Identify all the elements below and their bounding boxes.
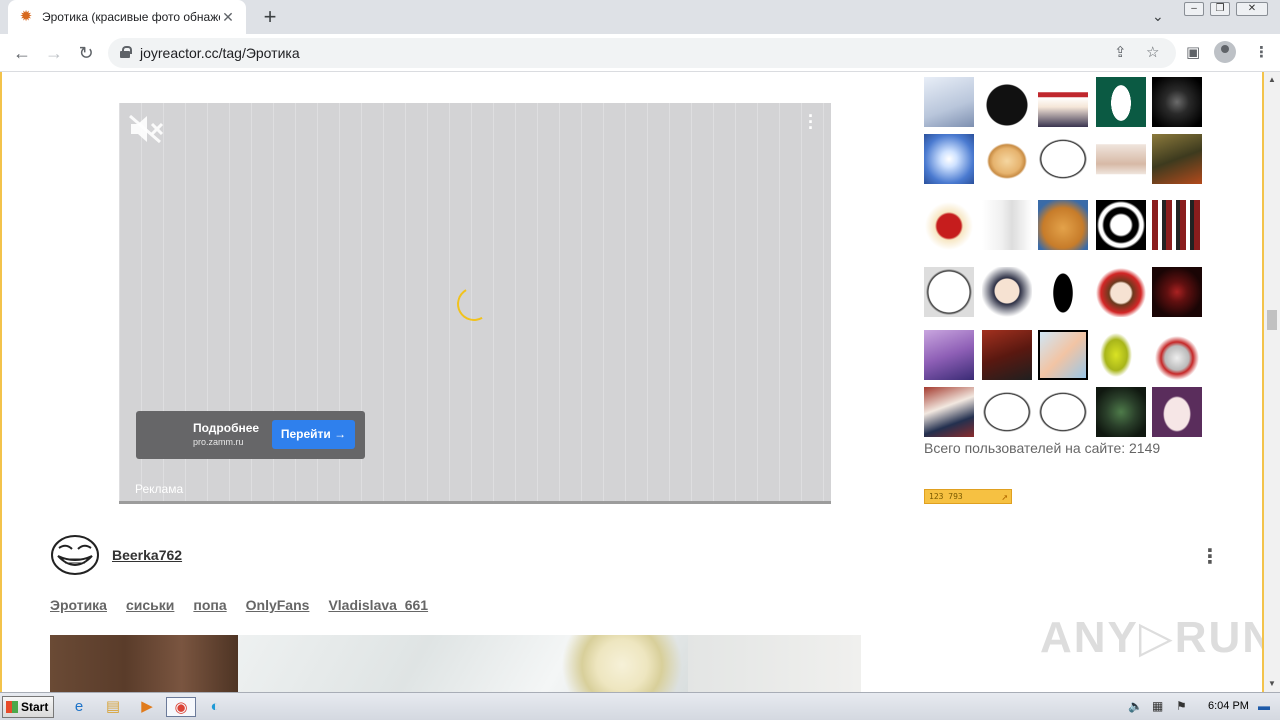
start-label: Start	[21, 700, 49, 714]
post-tags: Эротика сиськи попа OnlyFans Vladislava_…	[50, 597, 428, 613]
counter-value: 123 793	[929, 492, 963, 501]
arrow-right-icon: →	[334, 427, 347, 441]
media-player-icon[interactable]: ▶	[136, 697, 158, 717]
tab-strip: ✹ Эротика (красивые фото обнажен ✕ + ⌄ –…	[0, 0, 1280, 34]
user-avatar[interactable]	[924, 77, 974, 127]
new-tab-button[interactable]: +	[258, 5, 282, 29]
taskbar-clock[interactable]: 6:04 PM	[1208, 700, 1249, 712]
edge-icon[interactable]: ◐	[204, 697, 226, 717]
user-avatar[interactable]	[1152, 200, 1202, 250]
browser-tab[interactable]: ✹ Эротика (красивые фото обнажен ✕	[8, 0, 246, 34]
tag-link[interactable]: попа	[193, 597, 226, 613]
user-avatar[interactable]	[982, 134, 1032, 184]
post-author-link[interactable]: Beerka762	[112, 547, 182, 563]
scroll-down-icon[interactable]: ▼	[1264, 676, 1280, 692]
internet-explorer-icon[interactable]: e	[68, 697, 90, 717]
user-avatar[interactable]	[1038, 77, 1088, 127]
post-image-part	[688, 635, 861, 692]
user-avatar[interactable]	[982, 387, 1032, 437]
reload-icon[interactable]: ↻	[74, 41, 98, 65]
network-icon[interactable]: ▦	[1152, 699, 1163, 713]
post-image-part	[562, 635, 692, 692]
user-avatar[interactable]	[1038, 267, 1088, 317]
tag-link[interactable]: Vladislava_661	[328, 597, 428, 613]
user-avatar[interactable]	[1038, 200, 1088, 250]
user-avatar[interactable]	[1152, 330, 1202, 380]
user-avatar[interactable]	[1152, 77, 1202, 127]
user-avatar[interactable]	[1152, 134, 1202, 184]
user-avatar[interactable]	[924, 134, 974, 184]
user-avatar[interactable]	[1096, 330, 1146, 380]
windows-taskbar: Start e ▤ ▶ ◉ ◐ 🔈 ▦ ⚑ 6:04 PM ▬	[0, 692, 1280, 720]
post-image-part	[50, 635, 238, 692]
address-bar[interactable]: joyreactor.cc/tag/Эротика ⇪ ☆	[108, 38, 1176, 68]
browser-toolbar: ← → ↻ joyreactor.cc/tag/Эротика ⇪ ☆ ▣ ⋮	[0, 34, 1280, 72]
post-image[interactable]	[50, 635, 861, 692]
tab-title: Эротика (красивые фото обнажен	[42, 10, 220, 24]
share-icon[interactable]: ⇪	[1114, 43, 1127, 61]
lock-icon[interactable]	[120, 46, 132, 58]
user-avatar[interactable]	[1152, 387, 1202, 437]
close-window-button[interactable]: ✕	[1236, 2, 1268, 16]
user-avatar[interactable]	[1152, 267, 1202, 317]
user-avatar[interactable]	[982, 267, 1032, 317]
user-avatar[interactable]	[1096, 387, 1146, 437]
online-users-count: Всего пользователей на сайте: 2149	[924, 440, 1161, 456]
user-avatar[interactable]	[982, 200, 1032, 250]
user-avatar[interactable]	[924, 387, 974, 437]
ad-go-button[interactable]: Перейти →	[272, 420, 355, 449]
restore-button[interactable]: ❐	[1210, 2, 1230, 16]
user-avatar[interactable]	[982, 330, 1032, 380]
side-panel-icon[interactable]: ▣	[1186, 43, 1200, 61]
video-ad[interactable]: · · · Подробнее pro.zamm.ru Перейти → Рекл…	[119, 103, 831, 504]
user-avatar[interactable]	[1096, 267, 1146, 317]
tag-link[interactable]: Эротика	[50, 597, 107, 613]
user-avatar[interactable]	[924, 200, 974, 250]
windows-logo-icon	[6, 701, 18, 713]
page-scrollbar[interactable]: ▲ ▼	[1264, 72, 1280, 692]
user-avatar[interactable]	[1096, 200, 1146, 250]
ad-cta-title: Подробнее	[193, 421, 260, 435]
browser-menu-icon[interactable]: ⋮	[1254, 43, 1269, 61]
user-avatar[interactable]	[924, 267, 974, 317]
user-avatar[interactable]	[1038, 330, 1088, 380]
scrollbar-thumb[interactable]	[1267, 310, 1277, 330]
start-button[interactable]: Start	[2, 696, 54, 718]
user-avatar[interactable]	[1096, 134, 1146, 184]
minimize-button[interactable]: –	[1184, 2, 1204, 16]
tag-link[interactable]: сиськи	[126, 597, 174, 613]
tab-search-chevron-icon[interactable]: ⌄	[1152, 8, 1164, 25]
ad-label: Реклама	[135, 482, 184, 496]
back-arrow-icon[interactable]: ←	[10, 41, 34, 65]
action-center-flag-icon[interactable]: ⚑	[1176, 699, 1187, 713]
tag-link[interactable]: OnlyFans	[246, 597, 310, 613]
scroll-up-icon[interactable]: ▲	[1264, 72, 1280, 88]
user-avatar[interactable]	[982, 77, 1032, 127]
chrome-taskbar-icon[interactable]: ◉	[166, 697, 196, 717]
page-content: · · · Подробнее pro.zamm.ru Перейти → Рекл…	[0, 72, 1264, 692]
anyrun-watermark: ANY▷RUN	[1040, 613, 1264, 662]
ad-go-button-label: Перейти	[280, 427, 331, 441]
show-desktop-icon[interactable]: ▬	[1258, 699, 1270, 713]
muted-speaker-icon[interactable]	[127, 113, 167, 145]
user-avatar[interactable]	[1038, 387, 1088, 437]
volume-icon[interactable]: 🔈	[1128, 699, 1143, 713]
user-avatar[interactable]	[1096, 77, 1146, 127]
profile-avatar-icon[interactable]	[1214, 41, 1236, 63]
ad-options-icon[interactable]: · · ·	[807, 107, 815, 137]
file-explorer-icon[interactable]: ▤	[102, 697, 124, 717]
close-tab-icon[interactable]: ✕	[220, 9, 236, 25]
forward-arrow-icon[interactable]: →	[42, 41, 66, 65]
bookmark-star-icon[interactable]: ☆	[1146, 43, 1159, 61]
site-counter-badge[interactable]: 123 793 ↗	[924, 489, 1012, 504]
ad-cta-domain: pro.zamm.ru	[193, 437, 244, 447]
user-avatar[interactable]	[1038, 134, 1088, 184]
post-options-icon[interactable]: ⋮	[1200, 544, 1220, 569]
arrow-up-right-icon: ↗	[1001, 490, 1008, 503]
user-avatar[interactable]	[924, 330, 974, 380]
ad-cta-panel[interactable]: Подробнее pro.zamm.ru Перейти →	[136, 411, 365, 459]
url-text[interactable]: joyreactor.cc/tag/Эротика	[140, 45, 300, 61]
site-favicon-icon: ✹	[19, 8, 33, 25]
user-avatar-trollface[interactable]	[50, 534, 100, 576]
